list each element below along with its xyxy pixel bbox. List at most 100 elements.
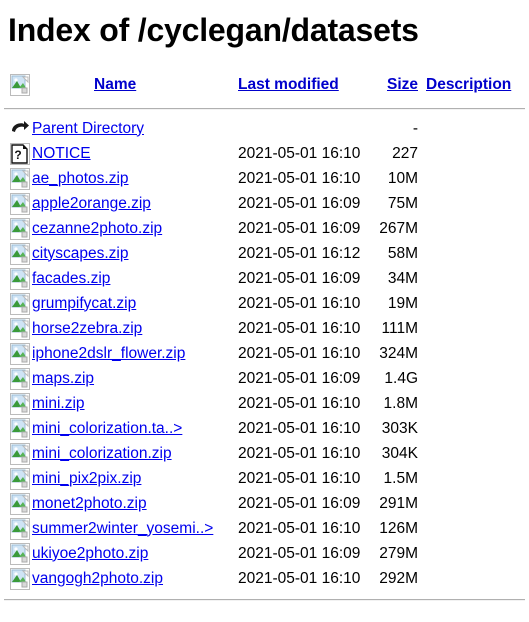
table-row[interactable]: apple2orange.zip 2021-05-01 16:09 75M (0, 191, 529, 216)
file-link[interactable]: cityscapes.zip (32, 245, 128, 263)
image-file-icon (10, 267, 30, 290)
row-icon-cell (0, 367, 32, 390)
listing-rows: Parent Directory -? NOTICE 2021-05-01 16:10… (0, 116, 529, 591)
table-row[interactable]: ukiyoe2photo.zip 2021-05-01 16:09 279M (0, 541, 529, 566)
row-icon-cell (0, 342, 32, 365)
row-size: 291M (379, 494, 418, 512)
table-row[interactable]: horse2zebra.zip 2021-05-01 16:10 111M (0, 316, 529, 341)
row-icon-cell (0, 392, 32, 415)
row-size: 279M (379, 544, 418, 562)
row-name-cell: iphone2dslr_flower.zip (32, 345, 238, 363)
row-last-modified: 2021-05-01 16:10 (238, 144, 361, 162)
row-name-cell: horse2zebra.zip (32, 320, 238, 338)
image-file-icon (10, 417, 30, 440)
file-link[interactable]: facades.zip (32, 270, 110, 288)
row-icon-cell (0, 492, 32, 515)
row-name-cell: NOTICE (32, 145, 238, 163)
row-name-cell: ae_photos.zip (32, 170, 238, 188)
table-row[interactable]: mini.zip 2021-05-01 16:10 1.8M (0, 391, 529, 416)
row-size: 75M (387, 194, 418, 212)
row-last-modified: 2021-05-01 16:09 (238, 269, 361, 287)
row-size: 19M (387, 294, 418, 312)
row-last-modified: 2021-05-01 16:10 (238, 319, 361, 337)
table-row[interactable]: ? NOTICE 2021-05-01 16:10 227 (0, 141, 529, 166)
file-link[interactable]: cezanne2photo.zip (32, 220, 162, 238)
table-row[interactable]: vangogh2photo.zip 2021-05-01 16:10 292M (0, 566, 529, 591)
header-icon-cell (0, 74, 32, 96)
row-last-modified: 2021-05-01 16:09 (238, 219, 361, 237)
file-link[interactable]: vangogh2photo.zip (32, 570, 163, 588)
row-icon-cell (0, 267, 32, 290)
row-last-modified: 2021-05-01 16:10 (238, 569, 361, 587)
table-row[interactable]: grumpifycat.zip 2021-05-01 16:10 19M (0, 291, 529, 316)
image-file-icon (10, 567, 30, 590)
table-row[interactable]: facades.zip 2021-05-01 16:09 34M (0, 266, 529, 291)
file-link[interactable]: Parent Directory (32, 120, 144, 138)
file-link[interactable]: apple2orange.zip (32, 195, 151, 213)
row-size: - (412, 119, 418, 137)
listing-header-row: Name Last modified Size Description (0, 68, 529, 102)
row-icon-cell (0, 417, 32, 440)
row-last-modified: 2021-05-01 16:10 (238, 394, 361, 412)
file-link[interactable]: ae_photos.zip (32, 170, 129, 188)
image-file-icon (10, 342, 30, 365)
row-icon-cell (0, 192, 32, 215)
file-link[interactable]: monet2photo.zip (32, 495, 147, 513)
row-last-modified: 2021-05-01 16:10 (238, 169, 361, 187)
file-link[interactable]: summer2winter_yosemi..> (32, 520, 213, 538)
column-header-lastmodified-cell: Last modified (238, 68, 372, 102)
table-row[interactable]: mini_pix2pix.zip 2021-05-01 16:10 1.5M (0, 466, 529, 491)
row-name-cell: cityscapes.zip (32, 245, 238, 263)
table-row[interactable]: monet2photo.zip 2021-05-01 16:09 291M (0, 491, 529, 516)
table-row[interactable]: iphone2dslr_flower.zip 2021-05-01 16:10 32… (0, 341, 529, 366)
image-file-icon (10, 167, 30, 190)
table-row[interactable]: summer2winter_yosemi..> 2021-05-01 16:10 1… (0, 516, 529, 541)
column-header-description[interactable]: Description (426, 76, 511, 93)
row-icon-cell (0, 217, 32, 240)
table-row[interactable]: mini_colorization.zip 2021-05-01 16:10 304… (0, 441, 529, 466)
row-name-cell: mini.zip (32, 395, 238, 413)
row-icon-cell (0, 242, 32, 265)
column-header-name[interactable]: Name (94, 76, 136, 93)
row-name-cell: mini_colorization.ta..> (32, 420, 238, 438)
row-name-cell: apple2orange.zip (32, 195, 238, 213)
row-name-cell: summer2winter_yosemi..> (32, 520, 238, 538)
column-header-size-cell: Size (372, 68, 418, 102)
image-file-icon (10, 192, 30, 215)
column-header-description-cell: Description (418, 68, 529, 102)
file-link[interactable]: ukiyoe2photo.zip (32, 545, 148, 563)
column-header-name-cell: Name (32, 68, 238, 102)
row-name-cell: cezanne2photo.zip (32, 220, 238, 238)
row-name-cell: maps.zip (32, 370, 238, 388)
file-link[interactable]: NOTICE (32, 145, 91, 163)
row-icon-cell (0, 567, 32, 590)
file-link[interactable]: iphone2dslr_flower.zip (32, 345, 185, 363)
row-icon-cell (0, 467, 32, 490)
table-row[interactable]: cityscapes.zip 2021-05-01 16:12 58M (0, 241, 529, 266)
row-size: 267M (379, 219, 418, 237)
file-link[interactable]: mini.zip (32, 395, 85, 413)
file-link[interactable]: maps.zip (32, 370, 94, 388)
file-link[interactable]: mini_pix2pix.zip (32, 470, 141, 488)
table-row[interactable]: maps.zip 2021-05-01 16:09 1.4G (0, 366, 529, 391)
column-header-last-modified[interactable]: Last modified (238, 76, 339, 93)
row-icon-cell (0, 442, 32, 465)
parent-directory-icon (10, 118, 30, 140)
column-header-size[interactable]: Size (387, 76, 418, 93)
row-name-cell: Parent Directory (32, 120, 238, 138)
row-icon-cell (0, 292, 32, 315)
image-file-icon (10, 317, 30, 340)
row-last-modified: 2021-05-01 16:09 (238, 494, 361, 512)
file-link[interactable]: horse2zebra.zip (32, 320, 142, 338)
file-link[interactable]: mini_colorization.ta..> (32, 420, 182, 438)
header-divider (4, 108, 525, 110)
table-row[interactable]: mini_colorization.ta..> 2021-05-01 16:10 3… (0, 416, 529, 441)
file-link[interactable]: mini_colorization.zip (32, 445, 172, 463)
file-link[interactable]: grumpifycat.zip (32, 295, 136, 313)
image-file-icon (10, 242, 30, 265)
row-last-modified: 2021-05-01 16:10 (238, 344, 361, 362)
image-file-icon (10, 542, 30, 565)
table-row[interactable]: Parent Directory - (0, 116, 529, 141)
table-row[interactable]: cezanne2photo.zip 2021-05-01 16:09 267M (0, 216, 529, 241)
table-row[interactable]: ae_photos.zip 2021-05-01 16:10 10M (0, 166, 529, 191)
